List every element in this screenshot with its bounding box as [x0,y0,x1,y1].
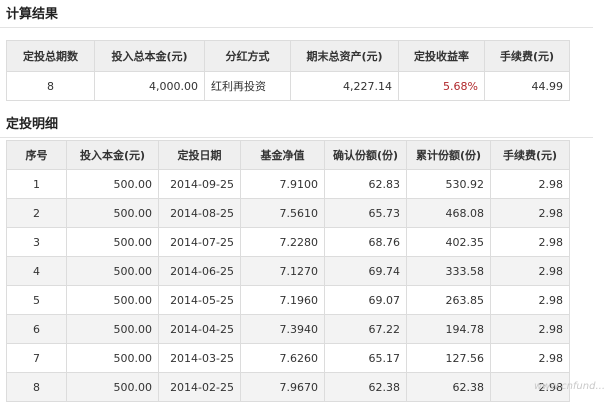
row-principal: 500.00 [66,372,159,402]
row-principal: 500.00 [66,343,159,373]
header-periods: 定投总期数 [6,40,95,72]
summary-row: 8 4,000.00 红利再投资 4,227.14 5.68% 44.99 [6,71,570,101]
row-principal: 500.00 [66,169,159,199]
row-date: 2014-02-25 [158,372,241,402]
detail-section-title: 定投明细 [0,114,593,138]
detail-table: 序号 投入本金(元) 定投日期 基金净值 确认份额(份) 累计份额(份) 手续费… [6,140,570,402]
table-row: 4 500.00 2014-06-25 7.1270 69.74 333.58 … [6,256,570,286]
table-row: 1 500.00 2014-09-25 7.9100 62.83 530.92 … [6,169,570,199]
row-date: 2014-05-25 [158,285,241,315]
row-nav: 7.6260 [240,343,325,373]
row-confirmed-shares: 69.74 [324,256,407,286]
row-fee: 2.98 [490,314,570,344]
row-principal: 500.00 [66,198,159,228]
summary-fees: 44.99 [484,71,570,101]
row-date: 2014-03-25 [158,343,241,373]
row-fee: 2.98 [490,343,570,373]
summary-dividend-method: 红利再投资 [204,71,291,101]
header-return-rate: 定投收益率 [398,40,485,72]
row-cumulative-shares: 127.56 [406,343,491,373]
summary-periods: 8 [6,71,95,101]
row-cumulative-shares: 263.85 [406,285,491,315]
row-principal: 500.00 [66,227,159,257]
row-confirmed-shares: 62.38 [324,372,407,402]
row-confirmed-shares: 68.76 [324,227,407,257]
row-index: 5 [6,285,67,315]
row-fee: 2.98 [490,227,570,257]
row-date: 2014-04-25 [158,314,241,344]
row-fee: 2.98 [490,169,570,199]
row-confirmed-shares: 62.83 [324,169,407,199]
summary-section-title: 计算结果 [0,4,593,28]
row-index: 6 [6,314,67,344]
row-fee: 2.98 [490,256,570,286]
header-dividend-method: 分红方式 [204,40,291,72]
row-index: 4 [6,256,67,286]
header-nav: 基金净值 [240,140,325,170]
header-confirmed-shares: 确认份额(份) [324,140,407,170]
watermark: www.cnfund... [534,381,605,392]
row-principal: 500.00 [66,285,159,315]
header-invest-date: 定投日期 [158,140,241,170]
row-fee: 2.98 [490,198,570,228]
row-date: 2014-08-25 [158,198,241,228]
table-row: 8 500.00 2014-02-25 7.9670 62.38 62.38 2… [6,372,570,402]
table-row: 2 500.00 2014-08-25 7.5610 65.73 468.08 … [6,198,570,228]
row-nav: 7.1270 [240,256,325,286]
row-confirmed-shares: 65.17 [324,343,407,373]
table-row: 7 500.00 2014-03-25 7.6260 65.17 127.56 … [6,343,570,373]
table-row: 5 500.00 2014-05-25 7.1960 69.07 263.85 … [6,285,570,315]
row-cumulative-shares: 530.92 [406,169,491,199]
header-fee: 手续费(元) [490,140,570,170]
summary-table: 定投总期数 投入总本金(元) 分红方式 期末总资产(元) 定投收益率 手续费(元… [6,40,570,101]
row-nav: 7.3940 [240,314,325,344]
row-date: 2014-06-25 [158,256,241,286]
row-nav: 7.5610 [240,198,325,228]
row-index: 3 [6,227,67,257]
row-cumulative-shares: 468.08 [406,198,491,228]
row-principal: 500.00 [66,256,159,286]
detail-header-row: 序号 投入本金(元) 定投日期 基金净值 确认份额(份) 累计份额(份) 手续费… [6,140,570,170]
row-date: 2014-07-25 [158,227,241,257]
row-confirmed-shares: 67.22 [324,314,407,344]
table-row: 6 500.00 2014-04-25 7.3940 67.22 194.78 … [6,314,570,344]
row-nav: 7.2280 [240,227,325,257]
header-final-assets: 期末总资产(元) [290,40,399,72]
row-nav: 7.9100 [240,169,325,199]
row-cumulative-shares: 333.58 [406,256,491,286]
summary-header-row: 定投总期数 投入总本金(元) 分红方式 期末总资产(元) 定投收益率 手续费(元… [6,40,570,72]
table-row: 3 500.00 2014-07-25 7.2280 68.76 402.35 … [6,227,570,257]
header-invest-principal: 投入本金(元) [66,140,159,170]
row-index: 8 [6,372,67,402]
row-principal: 500.00 [66,314,159,344]
header-fees: 手续费(元) [484,40,570,72]
row-confirmed-shares: 69.07 [324,285,407,315]
row-nav: 7.9670 [240,372,325,402]
summary-final-assets: 4,227.14 [290,71,399,101]
row-nav: 7.1960 [240,285,325,315]
row-index: 2 [6,198,67,228]
row-date: 2014-09-25 [158,169,241,199]
row-cumulative-shares: 62.38 [406,372,491,402]
header-principal: 投入总本金(元) [94,40,205,72]
header-cumulative-shares: 累计份额(份) [406,140,491,170]
row-index: 7 [6,343,67,373]
row-cumulative-shares: 402.35 [406,227,491,257]
summary-return-rate: 5.68% [398,71,485,101]
summary-principal: 4,000.00 [94,71,205,101]
row-cumulative-shares: 194.78 [406,314,491,344]
row-confirmed-shares: 65.73 [324,198,407,228]
header-index: 序号 [6,140,67,170]
row-index: 1 [6,169,67,199]
row-fee: 2.98 [490,285,570,315]
